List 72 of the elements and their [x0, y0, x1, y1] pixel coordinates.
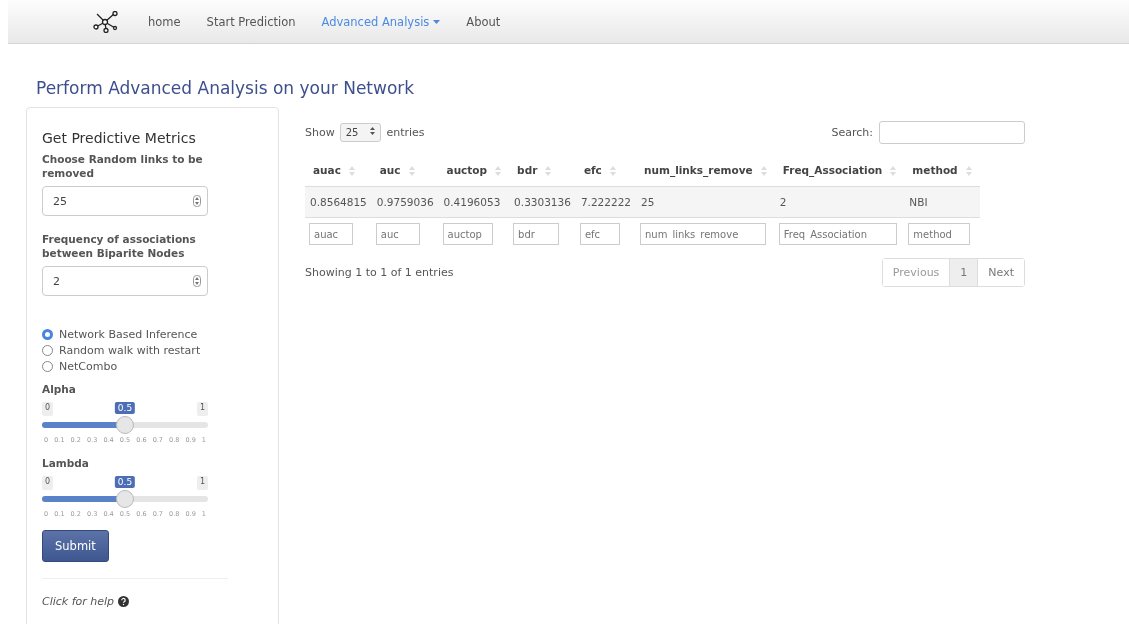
column-filter-field[interactable]: num_links_remove [640, 223, 766, 245]
field-label: Choose Random links to be removed [42, 152, 204, 180]
page-button[interactable]: Next [977, 259, 1024, 286]
sort-icon[interactable] [890, 166, 897, 176]
spinner-icon[interactable] [193, 275, 201, 287]
table-cell: 0.8564815 [305, 186, 372, 218]
number-field[interactable]: 25 [42, 186, 208, 216]
column-header[interactable]: auctop [438, 154, 510, 187]
panel-heading: Get Predictive Metrics [42, 130, 197, 146]
slider-handle[interactable] [116, 490, 134, 508]
column-header[interactable]: Freq_Association [774, 154, 905, 187]
column-header[interactable]: auc [371, 154, 439, 187]
sort-icon[interactable] [408, 166, 415, 176]
page-size-select[interactable]: 25 [339, 123, 382, 142]
page-title: Perform Advanced Analysis on your Network [36, 78, 416, 98]
select-arrows-icon [370, 127, 376, 135]
table-cell: 0.3303136 [509, 186, 576, 218]
sort-icon[interactable] [965, 166, 972, 176]
help-link[interactable]: Click for help [42, 595, 115, 608]
radio-label: Random walk with restart [59, 343, 201, 357]
column-filter-field[interactable]: bdr [513, 223, 560, 245]
column-header[interactable]: num_links_remove [636, 154, 775, 187]
column-filter-field[interactable]: efc [579, 223, 620, 245]
number-field[interactable]: 2 [42, 266, 208, 296]
help-icon[interactable] [118, 596, 130, 607]
table-info: Showing 1 to 1 of 1 entries [305, 266, 454, 279]
slider-label: Alpha [42, 382, 77, 396]
slider-handle[interactable] [116, 416, 134, 434]
radio-button[interactable] [42, 360, 53, 372]
sort-icon[interactable] [495, 166, 502, 176]
column-header[interactable]: auac [305, 154, 372, 187]
slider-min: 0 [42, 402, 54, 416]
nav-link[interactable]: home [137, 14, 192, 29]
table-cell: NBI [904, 186, 980, 218]
search-field[interactable] [879, 121, 1025, 144]
radio-label: Network Based Inference [59, 327, 198, 341]
show-label: Show [305, 126, 335, 139]
table-cell: 0.9759036 [371, 186, 439, 218]
radio-label: NetCombo [59, 359, 118, 373]
table-cell: 0.4196053 [438, 186, 510, 218]
column-filter-field[interactable]: Freq_Association [778, 223, 897, 245]
slider-value: 0.5 [114, 476, 136, 488]
column-header[interactable]: efc [575, 154, 636, 187]
column-filter-field[interactable]: auac [309, 223, 353, 245]
radio-button[interactable] [42, 328, 53, 340]
submit-button[interactable]: Submit [42, 530, 109, 562]
table-cell: 2 [774, 186, 905, 218]
slider-value: 0.5 [114, 402, 136, 414]
nav-link[interactable]: Start Prediction [195, 14, 307, 29]
slider-max: 1 [196, 476, 208, 490]
column-header[interactable]: bdr [509, 154, 576, 187]
slider-min: 0 [42, 476, 54, 490]
nav-link[interactable]: About [455, 14, 512, 29]
search-label: Search: [831, 126, 873, 139]
slider-max: 1 [196, 402, 208, 416]
sort-icon[interactable] [545, 166, 552, 176]
slider-label: Lambda [42, 456, 90, 470]
column-filter-field[interactable]: method [908, 223, 971, 245]
spinner-icon[interactable] [193, 195, 201, 207]
entries-label: entries [386, 126, 425, 139]
sort-icon[interactable] [348, 166, 355, 176]
column-header[interactable]: method [904, 154, 980, 187]
sort-icon[interactable] [609, 166, 616, 176]
column-filter-field[interactable]: auc [375, 223, 420, 245]
table-cell: 7.222222 [575, 186, 636, 218]
field-label: Frequency of associations between Biparite Nodes [42, 232, 197, 260]
column-filter-field[interactable]: auctop [442, 223, 493, 245]
radio-button[interactable] [42, 344, 53, 356]
network-logo-icon[interactable] [93, 10, 119, 33]
table-cell: 25 [636, 186, 775, 218]
sort-icon[interactable] [760, 166, 767, 176]
page-button[interactable]: 1 [949, 259, 978, 286]
